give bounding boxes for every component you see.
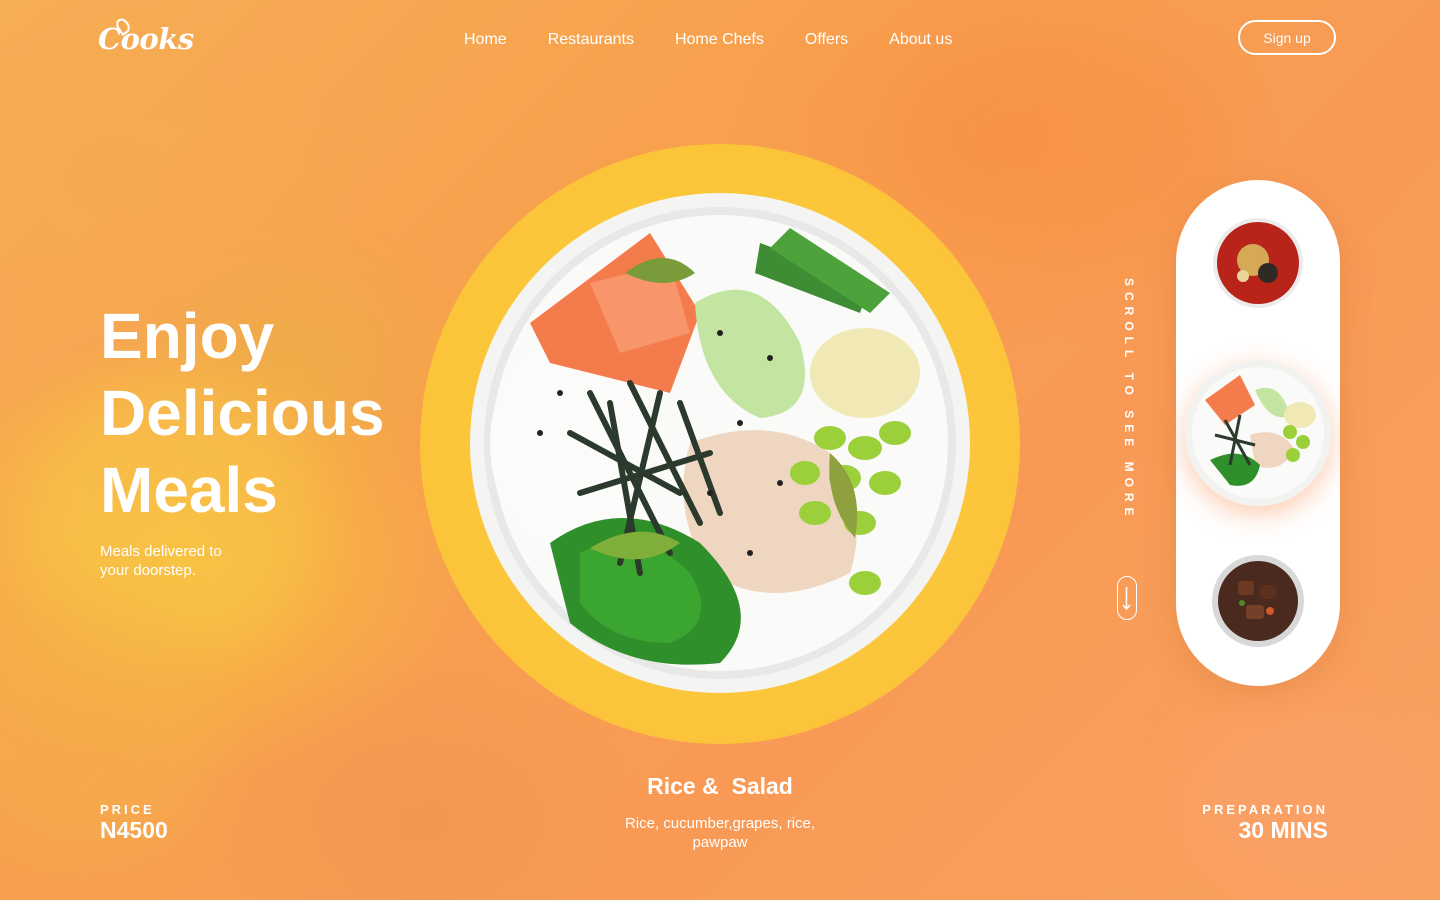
nav-offers[interactable]: Offers <box>805 31 848 49</box>
hero-title-line: Delicious <box>100 377 385 449</box>
scroll-down-button[interactable] <box>1117 576 1137 620</box>
side-menu-item-beef-stew[interactable] <box>1212 555 1304 647</box>
spicy-noodle-soup-thumbnail <box>1213 218 1303 308</box>
dish-description: Rice, cucumber,grapes, rice, pawpaw <box>624 815 816 851</box>
nav-home-chefs[interactable]: Home Chefs <box>675 31 764 49</box>
side-menu-item-rice-salad[interactable] <box>1185 360 1331 506</box>
nav-about-us[interactable]: About us <box>889 31 952 49</box>
arrow-down-icon <box>1122 587 1131 611</box>
nav-restaurants[interactable]: Restaurants <box>548 31 634 49</box>
preparation-label: PREPARATION <box>1202 802 1328 817</box>
background-blur-shape <box>1180 700 1440 900</box>
price-value: N4500 <box>100 817 168 843</box>
hero-title-line: Meals <box>100 454 278 526</box>
brand-logo[interactable]: Cooks <box>98 22 194 56</box>
hero-title-line: Enjoy <box>100 300 275 372</box>
rice-salad-bowl-thumbnail <box>1185 360 1331 506</box>
side-menu-item-noodle-soup[interactable] <box>1213 218 1303 308</box>
signup-button[interactable]: Sign up <box>1238 20 1336 55</box>
price-label: PRICE <box>100 802 155 817</box>
dish-name: Rice & Salad <box>647 773 793 799</box>
beef-stew-thumbnail <box>1212 555 1304 647</box>
hero-title: Enjoy Delicious Meals <box>100 298 430 529</box>
preparation-block: PREPARATION 30 MINS <box>1202 802 1328 844</box>
preparation-value: 30 MINS <box>1238 817 1328 843</box>
main-nav: Home Restaurants Home Chefs Offers About… <box>464 31 952 49</box>
featured-dish-info: Rice & Salad Rice, cucumber,grapes, rice… <box>600 773 840 852</box>
nav-home[interactable]: Home <box>464 31 507 49</box>
price-block: PRICE N4500 <box>100 802 168 844</box>
featured-dish-image <box>470 193 970 693</box>
scroll-hint-label: SCROLL TO SEE MORE <box>1122 278 1136 522</box>
hero-subtitle: Meals delivered to your doorstep. <box>100 543 222 579</box>
